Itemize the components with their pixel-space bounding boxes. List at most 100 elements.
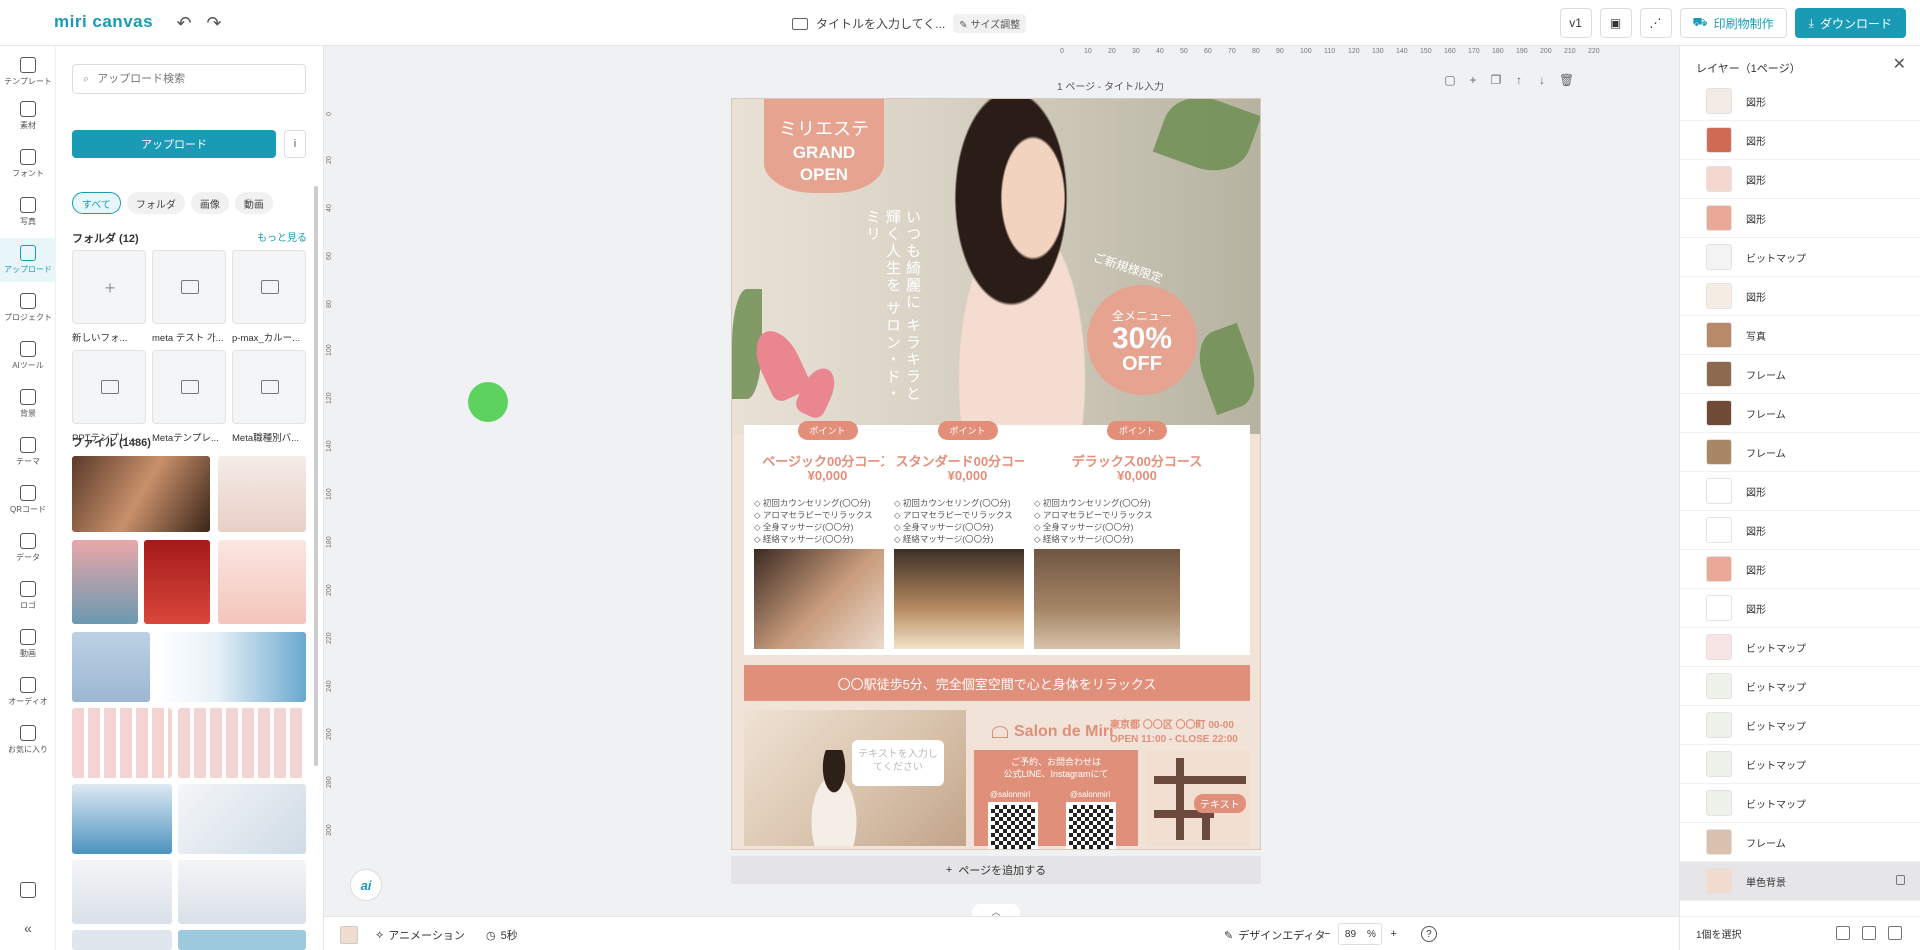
filter-image[interactable]: 画像 [190,192,229,214]
duplicate-page-icon[interactable]: ❐ [1490,74,1502,86]
download-button[interactable]: ⤓ ダウンロード [1794,8,1906,38]
file-thumbnail[interactable] [178,860,306,924]
file-thumbnail[interactable] [156,632,306,702]
folder-card[interactable] [232,350,306,424]
layer-row[interactable]: 図形 [1680,589,1920,628]
new-folder-card[interactable]: + [72,250,146,324]
share-icon[interactable]: ⋰ [1639,8,1672,38]
chevron-up-icon[interactable]: ︿ [972,904,1020,916]
layer-row[interactable]: ビットマップ [1680,745,1920,784]
vertical-tagline[interactable]: いつも綺麗に キラキラと輝く人生を サロン・ド・ミリ [832,209,922,409]
file-thumbnail[interactable] [218,456,306,532]
close-icon[interactable]: ✕ [1893,54,1906,74]
file-thumbnail[interactable] [218,540,306,624]
folder-card[interactable] [152,250,226,324]
layer-row[interactable]: フレーム [1680,394,1920,433]
folder-card[interactable] [232,250,306,324]
layer-row[interactable]: 図形 [1680,199,1920,238]
lock-icon[interactable] [1862,926,1876,940]
offer-circle[interactable]: 全メニュー 30% OFF [1087,285,1197,395]
select-all-icon[interactable] [1836,926,1850,940]
file-thumbnail[interactable] [144,540,210,624]
layer-row[interactable]: ビットマップ [1680,706,1920,745]
layer-row[interactable]: ビットマップ [1680,238,1920,277]
menu-icon[interactable] [18,12,38,32]
filter-all[interactable]: すべて [72,192,121,214]
delete-page-icon[interactable]: 🗑 [1559,74,1574,86]
help-icon[interactable]: ? [1420,926,1437,942]
layer-row[interactable]: 写真 [1680,316,1920,355]
file-thumbnail[interactable] [72,708,172,778]
file-thumbnail[interactable] [72,456,210,532]
nav-data[interactable]: データ [0,526,56,570]
info-icon[interactable]: i [284,130,306,158]
undo-icon[interactable]: ↶ [173,12,195,34]
layer-row[interactable]: 単色背景 [1680,862,1920,901]
layer-row[interactable]: ビットマップ [1680,667,1920,706]
map-graphic[interactable]: テキスト [1146,750,1250,846]
search-input[interactable] [97,73,278,85]
layer-row[interactable]: 図形 [1680,472,1920,511]
nav-upload[interactable]: アップロード [0,238,56,282]
nav-theme[interactable]: テーマ [0,430,56,474]
layer-row[interactable]: ビットマップ [1680,784,1920,823]
salon-name[interactable]: Salon de Miri [992,723,1114,741]
nav-logo[interactable]: ロゴ [0,574,56,618]
folder-card[interactable] [152,350,226,424]
speech-bubble[interactable]: テキストを入力し てください [852,740,944,786]
design-editor-button[interactable]: ✎ デザインエディタ [1224,927,1325,943]
access-strip[interactable]: 〇〇駅徒歩5分、完全個室空間で心と身体をリラックス [744,665,1250,701]
nav-audio[interactable]: オーディオ [0,670,56,714]
upload-search[interactable]: ⌕ [72,64,306,94]
grand-open-badge[interactable]: ミリエステ GRAND OPEN [764,99,884,193]
filter-video[interactable]: 動画 [234,192,273,214]
duration-button[interactable]: ◷ 5秒 [486,927,518,943]
resize-button[interactable]: ✎ サイズ調整 [953,14,1027,33]
ai-assistant-button[interactable]: ai [350,869,382,901]
add-page-button[interactable]: + ページを追加する [731,856,1261,884]
layer-row[interactable]: 図形 [1680,160,1920,199]
layer-row[interactable]: 図形 [1680,511,1920,550]
nav-favorites[interactable]: お気に入り [0,718,56,762]
print-button[interactable]: ⛟ 印刷物制作 [1679,8,1787,38]
panel-scrollbar[interactable] [314,186,318,766]
file-thumbnail[interactable] [178,784,306,854]
poster-page[interactable]: ミリエステ GRAND OPEN いつも綺麗に キラキラと輝く人生を サロン・ド… [731,98,1261,850]
nav-template[interactable]: テンプレート [0,50,56,94]
salon-address[interactable]: 東京都 〇〇区 〇〇町 00-00 OPEN 11:00 - CLOSE 22:… [1110,719,1238,747]
add-page-icon[interactable]: + [1467,74,1479,86]
page-note-icon[interactable]: ▢ [1444,74,1456,86]
folder-icon[interactable] [792,17,808,30]
layer-row[interactable]: フレーム [1680,433,1920,472]
file-thumbnail[interactable] [178,930,306,950]
file-thumbnail[interactable] [72,540,138,624]
file-thumbnail[interactable] [72,930,172,950]
lock-icon[interactable] [1896,875,1905,885]
layer-row[interactable]: 図形 [1680,121,1920,160]
version-button[interactable]: v1 [1559,8,1592,38]
folder-card[interactable] [72,350,146,424]
contact-box[interactable]: ご予約、お問合わせは 公式LINE、Instagramにて @salonmiri… [974,750,1138,849]
file-thumbnail[interactable] [72,632,150,702]
app-logo[interactable]: miri canvas [54,12,153,32]
layer-row[interactable]: 図形 [1680,277,1920,316]
nav-photo[interactable]: 写真 [0,190,56,234]
animation-button[interactable]: ⟡ アニメーション [376,927,465,943]
salon-photo[interactable]: テキストを入力し てください [744,710,966,846]
layer-row[interactable]: フレーム [1680,823,1920,862]
file-thumbnail[interactable] [72,860,172,924]
trash-icon[interactable] [1888,926,1902,940]
file-thumbnail[interactable] [178,708,306,778]
page-label[interactable]: 1 ページ - タイトル入力 [1057,78,1164,93]
zoom-in-icon[interactable]: + [1390,928,1396,940]
nav-qr[interactable]: QRコード [0,478,56,522]
layer-row[interactable]: ビットマップ [1680,628,1920,667]
upload-button[interactable]: アップロード [72,130,276,158]
move-down-icon[interactable]: ↓ [1536,74,1548,86]
save-icon[interactable]: ▣ [1599,8,1632,38]
collapse-panel-icon[interactable]: « [0,906,56,950]
course-card-deluxe[interactable]: ポイント デラックス00分コース ¥0,000 ◇ 初回カウンセリング(〇〇分)… [1024,421,1250,655]
layer-row[interactable]: 図形 [1680,550,1920,589]
background-color-swatch[interactable] [340,926,358,944]
more-link[interactable]: もっと見る [257,229,307,244]
